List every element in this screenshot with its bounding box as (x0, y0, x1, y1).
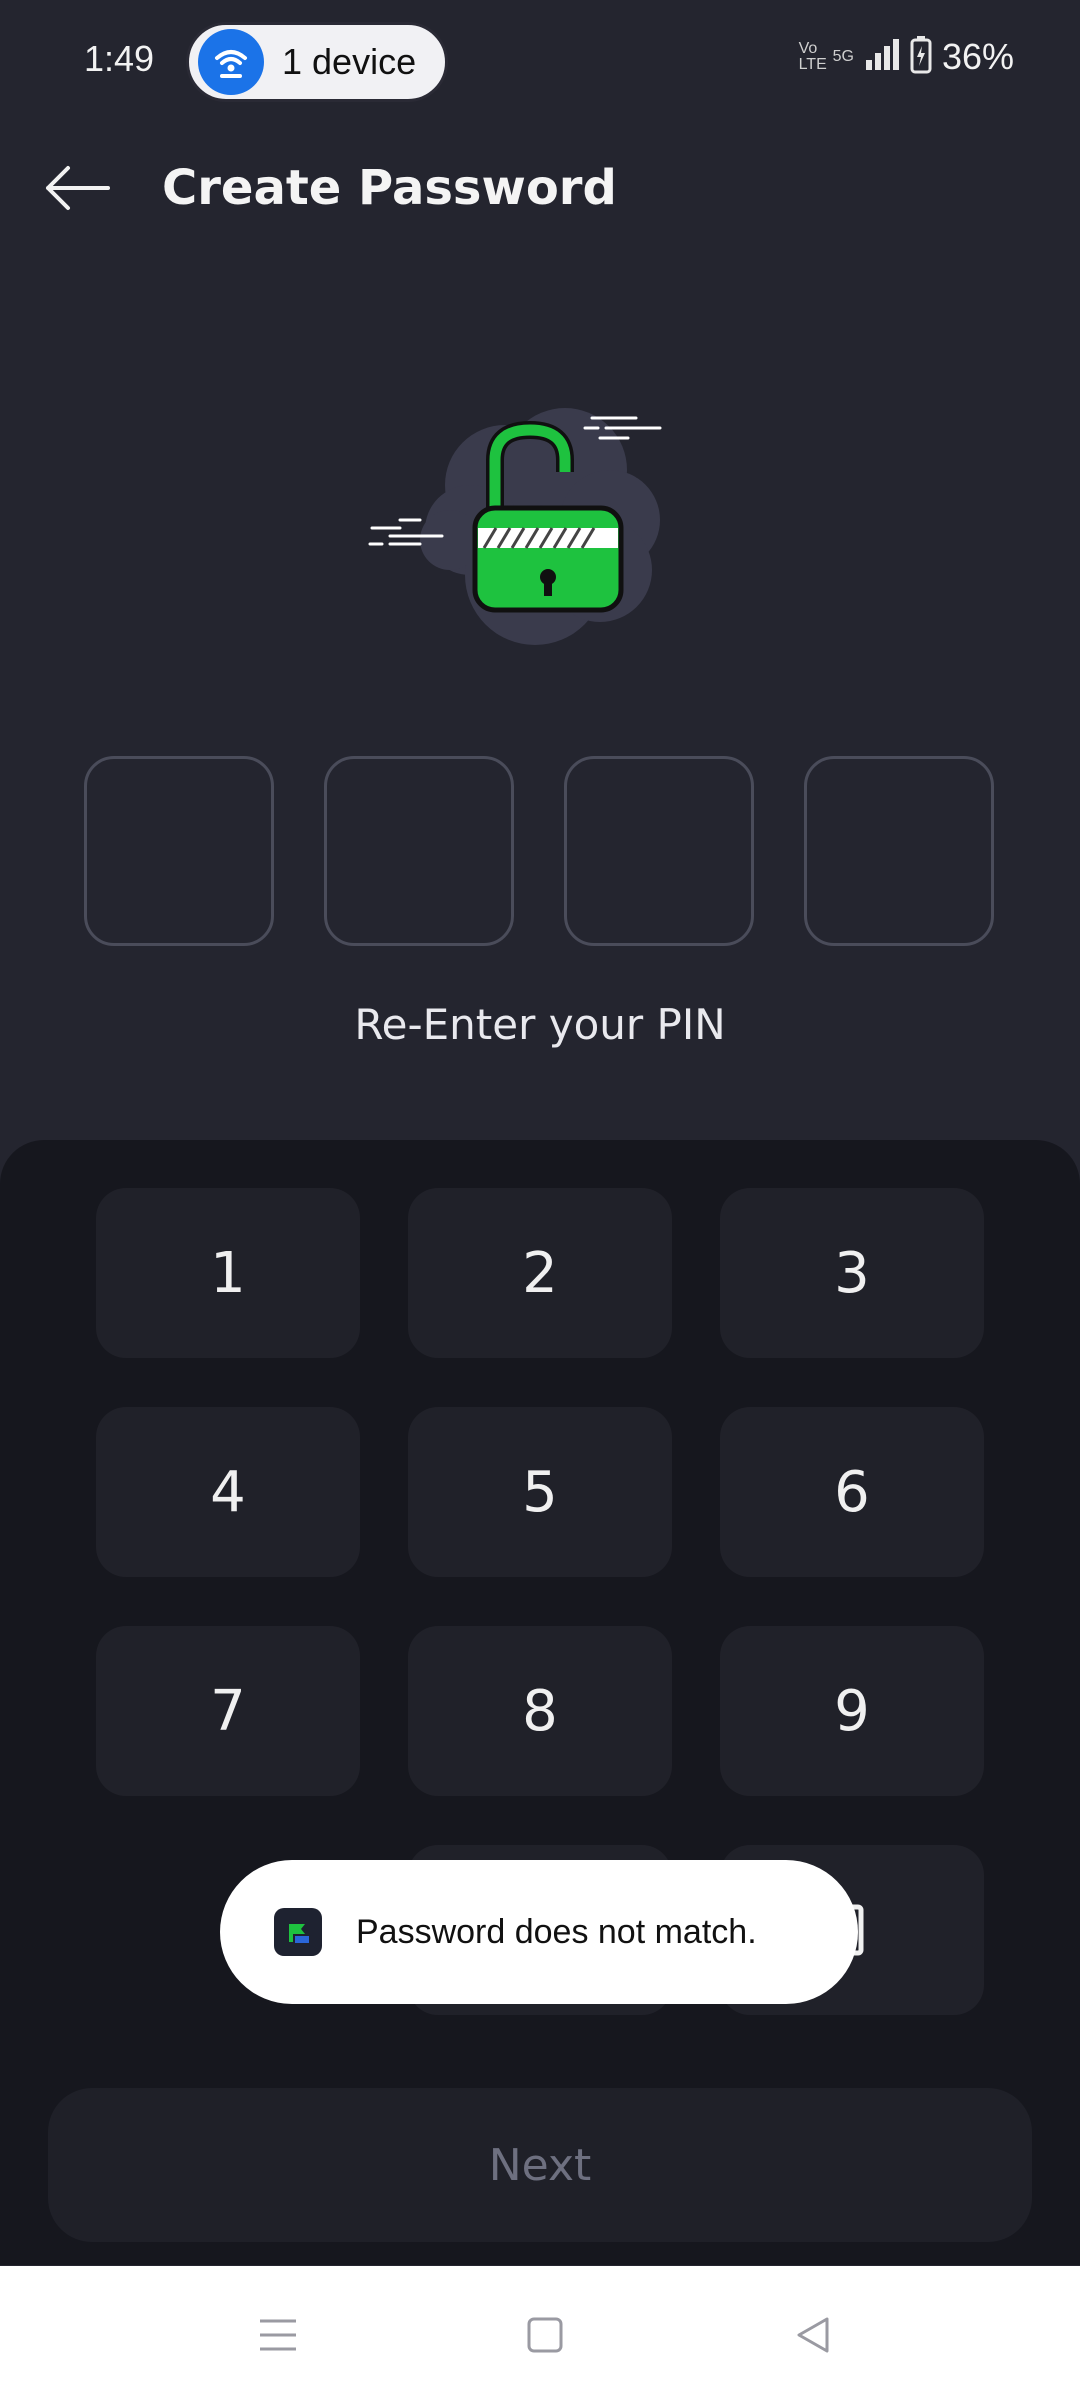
toast-notification: Password does not match. (220, 1860, 858, 2004)
page-title: Create Password (162, 160, 617, 216)
back-button[interactable] (42, 158, 122, 218)
volte-indicator: Vo LTE (798, 40, 827, 73)
key-2[interactable]: 2 (408, 1188, 672, 1358)
back-triangle-icon (797, 2317, 829, 2353)
home-square-icon (527, 2317, 563, 2353)
pin-hint: Re-Enter your PIN (354, 1000, 726, 1049)
signal-icon (864, 38, 900, 76)
key-1[interactable]: 1 (96, 1188, 360, 1358)
arrow-left-icon (46, 166, 110, 210)
key-4[interactable]: 4 (96, 1407, 360, 1577)
pin-box-2[interactable] (324, 756, 514, 946)
network-type: 5G (832, 48, 854, 65)
hotspot-chip[interactable]: 1 device (186, 22, 448, 102)
toast-message: Password does not match. (356, 1912, 757, 1951)
pin-box-3[interactable] (564, 756, 754, 946)
hotspot-label: 1 device (282, 41, 417, 82)
nav-menu-button[interactable] (248, 2310, 308, 2360)
app-icon (274, 1908, 322, 1956)
key-9[interactable]: 9 (720, 1626, 984, 1796)
key-7[interactable]: 7 (96, 1626, 360, 1796)
pin-box-1[interactable] (84, 756, 274, 946)
wifi-hotspot-icon (198, 29, 264, 95)
status-indicators: Vo LTE 5G 36% (799, 36, 1014, 78)
status-time: 1:49 (84, 38, 155, 79)
nav-back-button[interactable] (783, 2310, 843, 2360)
key-8[interactable]: 8 (408, 1626, 672, 1796)
pin-box-4[interactable] (804, 756, 994, 946)
pin-input-row (84, 756, 996, 946)
nav-home-button[interactable] (515, 2310, 575, 2360)
key-3[interactable]: 3 (720, 1188, 984, 1358)
battery-percent: 36% (941, 36, 1014, 77)
status-bar: 1:49 1 device Vo LTE 5G 36% (0, 0, 1080, 120)
key-5[interactable]: 5 (408, 1407, 672, 1577)
unlocked-padlock-illustration (368, 408, 662, 645)
menu-icon (260, 2319, 296, 2351)
next-button[interactable]: Next (48, 2088, 1032, 2242)
battery-icon (910, 36, 932, 78)
system-nav-bar (0, 2266, 1080, 2400)
key-6[interactable]: 6 (720, 1407, 984, 1577)
